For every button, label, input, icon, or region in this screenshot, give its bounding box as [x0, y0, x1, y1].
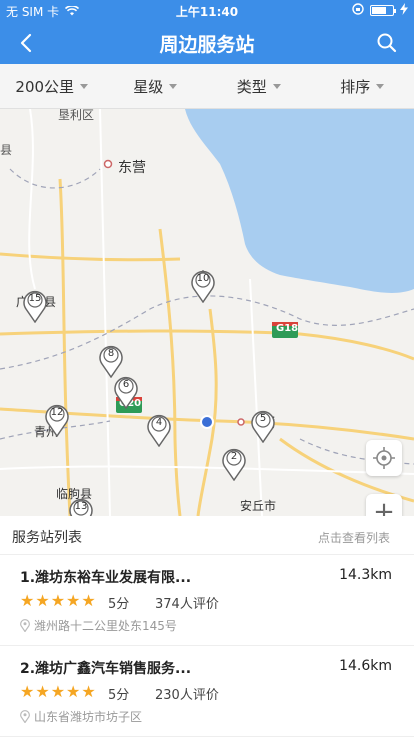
station-marker[interactable]: 12 — [44, 401, 70, 437]
nav-bar: 周边服务站 — [0, 22, 414, 64]
city-dot-dongying — [105, 161, 112, 168]
filter-distance[interactable]: 200公里 — [0, 64, 104, 108]
marker-number: 4 — [146, 417, 172, 428]
current-location-dot — [201, 416, 213, 428]
list-item[interactable]: 2.潍坊广鑫汽车销售服务... 14.6km ★★★★★ 5分 230人评价 山… — [0, 646, 414, 737]
caret-down-icon — [80, 84, 88, 89]
filter-rating[interactable]: 星级 — [104, 64, 208, 108]
station-name: 1.潍坊东裕车业发展有限... — [20, 567, 191, 587]
locate-me-button[interactable] — [366, 440, 402, 476]
map-label-dongying: 东营 — [118, 157, 146, 177]
station-address: 潍州路十二公里处东145号 — [34, 617, 177, 634]
crosshair-icon — [366, 440, 402, 476]
star-icon: ★ — [66, 593, 80, 609]
station-distance: 14.3km — [339, 567, 392, 583]
filter-type[interactable]: 类型 — [207, 64, 311, 108]
station-score: 5分 — [108, 593, 129, 612]
list-title: 服务站列表 — [12, 527, 82, 547]
zoom-in-button[interactable]: + — [366, 494, 402, 516]
station-address: 山东省潍坊市坊子区 — [34, 708, 142, 725]
star-rating: ★★★★★ — [20, 593, 96, 609]
station-marker[interactable]: 6 — [113, 373, 139, 409]
water-area — [185, 109, 414, 293]
list-item[interactable]: 1.潍坊东裕车业发展有限... 14.3km ★★★★★ 5分 374人评价 潍… — [0, 555, 414, 646]
highway-label-g18: G18 — [276, 323, 298, 334]
caret-down-icon — [273, 84, 281, 89]
location-pin-icon — [20, 710, 30, 723]
star-icon: ★ — [51, 593, 65, 609]
station-marker[interactable]: 2 — [221, 445, 247, 481]
station-list: 服务站列表 点击查看列表 1.潍坊东裕车业发展有限... 14.3km ★★★★… — [0, 516, 414, 736]
star-icon: ★ — [20, 684, 34, 700]
station-marker[interactable]: 5 — [250, 407, 276, 443]
star-icon: ★ — [35, 593, 49, 609]
marker-number: 6 — [113, 379, 139, 390]
marker-number: 5 — [250, 413, 276, 424]
filter-sort[interactable]: 排序 — [311, 64, 414, 108]
map-view[interactable]: 垦利区 县 东营 广 县 青州 临朐县 安丘市 j G18 G20 10 15 … — [0, 109, 414, 516]
battery-icon — [370, 5, 394, 16]
station-reviews: 230人评价 — [155, 684, 219, 703]
star-icon: ★ — [35, 684, 49, 700]
marker-number: 15 — [22, 293, 48, 304]
station-reviews: 374人评价 — [155, 593, 219, 612]
marker-number: 12 — [44, 407, 70, 418]
station-marker[interactable]: 10 — [190, 267, 216, 303]
map-label-county-left: 县 — [0, 141, 12, 158]
filter-rating-label: 星级 — [133, 76, 163, 97]
station-score: 5分 — [108, 684, 129, 703]
filter-bar: 200公里 星级 类型 排序 — [0, 64, 414, 109]
star-icon: ★ — [81, 684, 95, 700]
chevron-left-icon — [12, 28, 42, 58]
filter-distance-label: 200公里 — [15, 76, 74, 97]
caret-down-icon — [376, 84, 384, 89]
star-icon: ★ — [20, 593, 34, 609]
city-dot — [238, 419, 244, 425]
station-name: 2.潍坊广鑫汽车销售服务... — [20, 658, 191, 678]
location-pin-icon — [20, 619, 30, 632]
star-rating: ★★★★★ — [20, 684, 96, 700]
marker-number: 2 — [221, 451, 247, 462]
view-list-link[interactable]: 点击查看列表 — [318, 529, 390, 546]
status-bar: 无 SIM 卡 上午11:40 — [0, 0, 414, 22]
filter-sort-label: 排序 — [340, 76, 370, 97]
search-icon — [372, 28, 402, 58]
list-header: 服务站列表 点击查看列表 — [0, 516, 414, 555]
rotation-lock-icon — [352, 3, 364, 18]
page-title: 周边服务站 — [0, 30, 414, 57]
marker-number: 10 — [190, 273, 216, 284]
station-address-row: 山东省潍坊市坊子区 — [20, 708, 142, 725]
star-icon: ★ — [66, 684, 80, 700]
star-icon: ★ — [81, 593, 95, 609]
marker-number: 8 — [98, 348, 124, 359]
map-label-anqiu: 安丘市 — [240, 497, 276, 514]
station-address-row: 潍州路十二公里处东145号 — [20, 617, 177, 634]
station-marker[interactable]: 13 — [68, 495, 94, 516]
star-icon: ★ — [51, 684, 65, 700]
caret-down-icon — [169, 84, 177, 89]
back-button[interactable] — [12, 28, 42, 58]
map-background — [0, 109, 414, 516]
charging-icon — [400, 3, 408, 18]
filter-type-label: 类型 — [237, 76, 267, 97]
map-label-kenli: 垦利区 — [58, 109, 94, 123]
station-distance: 14.6km — [339, 658, 392, 674]
station-marker[interactable]: 4 — [146, 411, 172, 447]
station-marker[interactable]: 15 — [22, 287, 48, 323]
marker-number: 13 — [68, 501, 94, 512]
search-button[interactable] — [372, 28, 402, 58]
plus-icon: + — [373, 497, 395, 516]
